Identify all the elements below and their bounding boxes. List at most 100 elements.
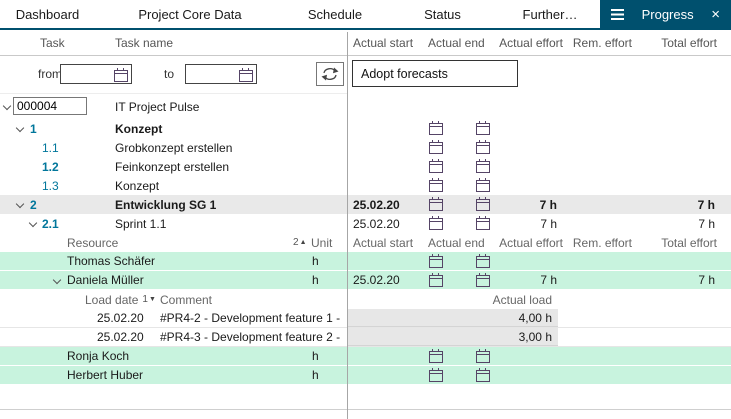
adopt-forecasts-button[interactable]: Adopt forecasts (352, 60, 518, 87)
table-row-task-1-2[interactable]: 1.2 Feinkonzept erstellen (0, 157, 731, 176)
calendar-icon[interactable] (476, 275, 490, 287)
column-header-resource[interactable]: Resource (67, 233, 118, 252)
task-number[interactable]: 2.1 (42, 214, 59, 233)
table-row-task-1[interactable]: 1 Konzept (0, 119, 731, 138)
actual-effort-value: 7 h (540, 271, 557, 289)
resource-row[interactable]: Herbert Huber h (0, 366, 731, 385)
table-row-task-2[interactable]: 2 Entwicklung SG 1 25.02.20 7 h 7 h (0, 195, 731, 214)
column-header-actual-start[interactable]: Actual start (353, 233, 413, 252)
tab-label: Project Core Data (138, 7, 241, 22)
calendar-icon[interactable] (476, 370, 490, 382)
calendar-icon[interactable] (476, 256, 490, 268)
table-row-task-1-3[interactable]: 1.3 Konzept (0, 176, 731, 195)
calendar-icon[interactable] (429, 351, 443, 363)
unit-value: h (312, 347, 319, 365)
calendar-icon[interactable] (429, 199, 443, 211)
calendar-icon[interactable] (476, 351, 490, 363)
tab-further[interactable]: Further… (500, 0, 600, 28)
from-date-input[interactable] (60, 64, 132, 84)
column-header-task-name[interactable]: Task name (115, 33, 173, 53)
table-row-task-1-1[interactable]: 1.1 Grobkonzept erstellen (0, 138, 731, 157)
column-header-rem-effort[interactable]: Rem. effort (573, 233, 632, 252)
hamburger-icon[interactable] (611, 9, 624, 20)
column-header-actual-end[interactable]: Actual end (428, 233, 485, 252)
calendar-icon[interactable] (429, 370, 443, 382)
load-row[interactable]: 25.02.20 #PR4-2 - Development feature 1 … (0, 309, 731, 328)
column-header-load-date[interactable]: Load date 1 ▼ (85, 290, 156, 309)
pane-divider (347, 32, 348, 419)
column-header-actual-effort[interactable]: Actual effort (499, 233, 563, 252)
column-header-total-effort[interactable]: Total effort (661, 233, 717, 252)
close-icon[interactable]: × (711, 7, 720, 22)
actual-start-value: 25.02.20 (353, 214, 400, 233)
to-date-input[interactable] (185, 64, 257, 84)
tab-dashboard[interactable]: Dashboard (0, 0, 95, 28)
calendar-icon[interactable] (476, 218, 490, 230)
sort-asc-icon: ▲ (300, 239, 307, 246)
chevron-down-icon[interactable] (16, 125, 26, 135)
calendar-icon[interactable] (239, 70, 253, 82)
project-row[interactable]: IT Project Pulse (0, 95, 731, 118)
column-header-task[interactable]: Task (40, 33, 65, 53)
chevron-down-icon[interactable] (16, 201, 26, 211)
column-header-actual-start[interactable]: Actual start (353, 33, 413, 53)
calendar-icon[interactable] (476, 123, 490, 135)
column-header-total-effort[interactable]: Total effort (661, 33, 717, 53)
task-number[interactable]: 2 (30, 195, 37, 214)
calendar-icon[interactable] (476, 199, 490, 211)
tab-schedule[interactable]: Schedule (285, 0, 385, 28)
calendar-icon[interactable] (476, 142, 490, 154)
column-header-comment[interactable]: Comment (160, 290, 212, 309)
calendar-icon[interactable] (429, 275, 443, 287)
total-effort-value: 7 h (698, 214, 715, 233)
chevron-down-icon[interactable] (29, 220, 39, 230)
calendar-icon[interactable] (429, 218, 443, 230)
column-header-unit[interactable]: Unit (311, 233, 332, 252)
bottom-divider (0, 409, 731, 410)
column-header-actual-effort[interactable]: Actual effort (499, 33, 563, 53)
resource-name: Ronja Koch (67, 347, 129, 365)
tab-label: Further… (523, 7, 578, 22)
calendar-icon[interactable] (429, 180, 443, 192)
sort-indicator[interactable]: 2 ▲ (293, 233, 307, 252)
calendar-icon[interactable] (429, 142, 443, 154)
sort-desc-icon: ▼ (149, 296, 156, 303)
column-header-rem-effort[interactable]: Rem. effort (573, 33, 632, 53)
calendar-icon[interactable] (429, 256, 443, 268)
column-header-actual-load[interactable]: Actual load (493, 290, 552, 309)
task-number[interactable]: 1.3 (42, 176, 59, 195)
calendar-icon[interactable] (114, 70, 128, 82)
tab-label: Schedule (308, 7, 362, 22)
column-header-actual-end[interactable]: Actual end (428, 33, 485, 53)
calendar-icon[interactable] (476, 180, 490, 192)
resource-row[interactable]: Daniela Müller h 25.02.20 7 h 7 h (0, 271, 731, 290)
resource-row[interactable]: Ronja Koch h (0, 347, 731, 366)
tab-status[interactable]: Status (385, 0, 500, 28)
task-name: Konzept (115, 176, 159, 195)
tab-progress-active[interactable]: Progress × (600, 0, 731, 28)
calendar-icon[interactable] (429, 161, 443, 173)
calendar-icon[interactable] (429, 123, 443, 135)
sort-order: 1 (142, 294, 148, 305)
task-number[interactable]: 1.2 (42, 157, 59, 176)
tab-project-core-data[interactable]: Project Core Data (95, 0, 285, 28)
load-row[interactable]: 25.02.20 #PR4-3 - Development feature 2 … (0, 328, 731, 347)
refresh-button[interactable] (316, 62, 344, 86)
resource-row[interactable]: Thomas Schäfer h (0, 252, 731, 271)
tab-label: Progress (642, 7, 694, 22)
filter-divider (0, 93, 347, 94)
load-comment: #PR4-2 - Development feature 1 - (160, 309, 340, 327)
table-row-task-2-1[interactable]: 2.1 Sprint 1.1 25.02.20 7 h 7 h (0, 214, 731, 233)
calendar-icon[interactable] (476, 161, 490, 173)
tab-bar: Dashboard Project Core Data Schedule Sta… (0, 0, 731, 30)
project-id-input[interactable] (13, 97, 87, 115)
load-date-label: Load date (85, 293, 138, 307)
task-number[interactable]: 1.1 (42, 138, 59, 157)
chevron-down-icon[interactable] (3, 103, 13, 113)
task-name: Feinkonzept erstellen (115, 157, 229, 176)
resource-name: Thomas Schäfer (67, 252, 155, 270)
total-effort-value: 7 h (698, 195, 715, 214)
from-label: from (38, 67, 62, 81)
chevron-down-icon[interactable] (53, 277, 63, 287)
task-number[interactable]: 1 (30, 119, 37, 138)
